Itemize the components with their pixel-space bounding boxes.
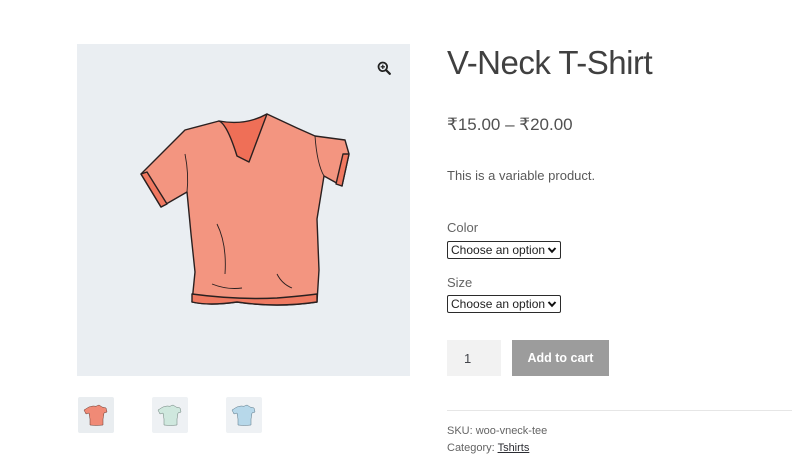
- product-description: This is a variable product.: [447, 168, 596, 183]
- product-price: ₹15.00 – ₹20.00: [447, 115, 573, 134]
- color-select-value: Choose an option: [451, 243, 546, 257]
- product-main-image[interactable]: [77, 44, 410, 376]
- category-prefix: Category:: [447, 442, 495, 454]
- color-select[interactable]: Choose an option: [447, 241, 561, 259]
- add-to-cart-button[interactable]: Add to cart: [512, 340, 609, 376]
- size-select-value: Choose an option: [451, 297, 546, 311]
- thumbnail-blue-tshirt[interactable]: [226, 397, 262, 433]
- product-title: V-Neck T-Shirt: [447, 44, 653, 81]
- chevron-down-icon: [547, 247, 557, 254]
- tshirt-image: [140, 113, 350, 306]
- quantity-input[interactable]: 1: [447, 340, 501, 376]
- size-label: Size: [447, 275, 473, 290]
- divider: [447, 410, 792, 411]
- category-link[interactable]: Tshirts: [498, 442, 530, 454]
- product-category: Category: Tshirts: [447, 442, 529, 454]
- size-select[interactable]: Choose an option: [447, 295, 561, 313]
- zoom-icon[interactable]: [374, 58, 394, 78]
- chevron-down-icon: [547, 301, 557, 308]
- product-sku: SKU: woo-vneck-tee: [447, 425, 548, 437]
- thumbnail-coral-tshirt[interactable]: [78, 397, 114, 433]
- color-label: Color: [447, 220, 479, 235]
- thumbnail-mint-tshirt[interactable]: [152, 397, 188, 433]
